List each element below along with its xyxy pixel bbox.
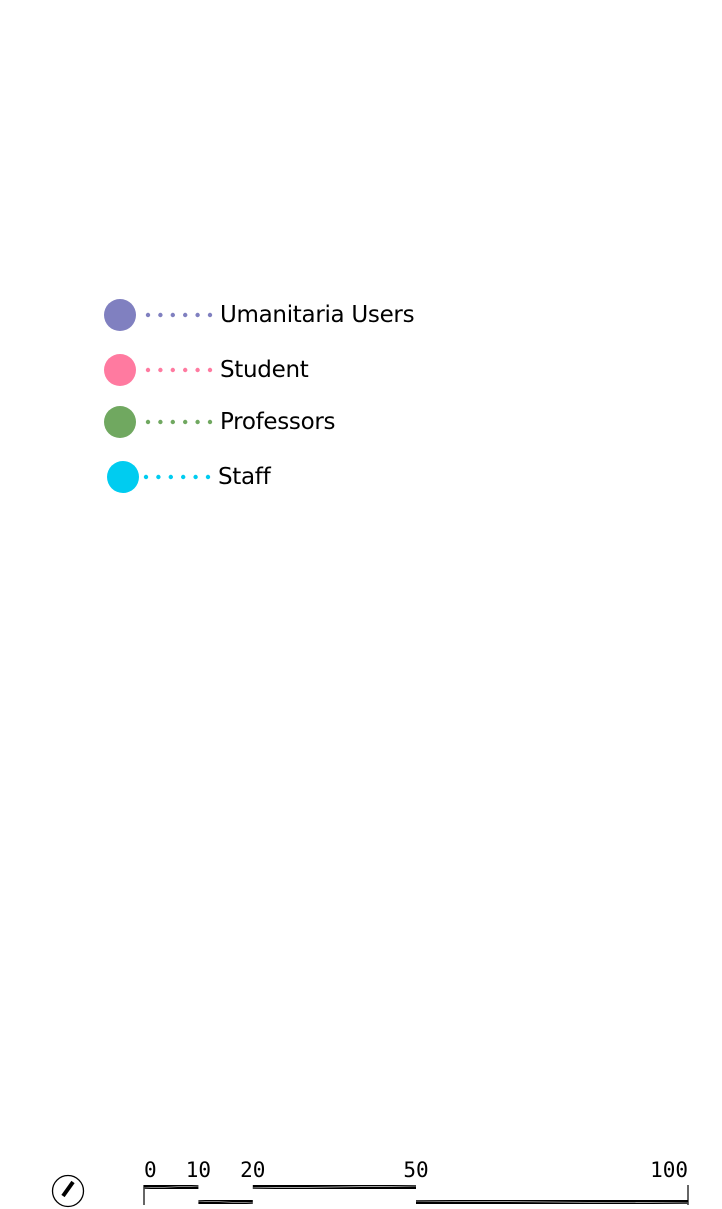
dotted-leader-icon: [144, 367, 216, 373]
map-legend: Umanitaria Users Student Professors Staf…: [0, 0, 722, 520]
scale-tick-label: 20: [240, 1158, 265, 1182]
map-footer: 0 10 20 50 100: [0, 1140, 722, 1209]
legend-item-professors: Professors: [104, 405, 336, 439]
dotted-leader-icon: [142, 474, 214, 480]
dotted-leader-icon: [144, 312, 216, 318]
legend-marker-icon: [104, 354, 136, 386]
legend-label: Student: [220, 357, 309, 383]
legend-label: Umanitaria Users: [220, 302, 415, 328]
scale-tick-label: 100: [650, 1158, 688, 1182]
legend-marker-icon: [107, 461, 139, 493]
north-arrow-icon: [51, 1174, 85, 1208]
legend-label: Staff: [218, 464, 271, 490]
legend-label: Professors: [220, 409, 336, 435]
scale-bar: 0 10 20 50 100: [143, 1158, 689, 1205]
legend-marker-icon: [104, 299, 136, 331]
scale-tick-label: 0: [144, 1158, 157, 1182]
legend-item-student: Student: [104, 353, 309, 387]
legend-marker-icon: [104, 406, 136, 438]
scale-tick-label: 10: [186, 1158, 211, 1182]
dotted-leader-icon: [144, 419, 216, 425]
legend-item-umanitaria-users: Umanitaria Users: [104, 298, 415, 332]
legend-item-staff: Staff: [104, 460, 271, 494]
scale-tick-label: 50: [403, 1158, 428, 1182]
